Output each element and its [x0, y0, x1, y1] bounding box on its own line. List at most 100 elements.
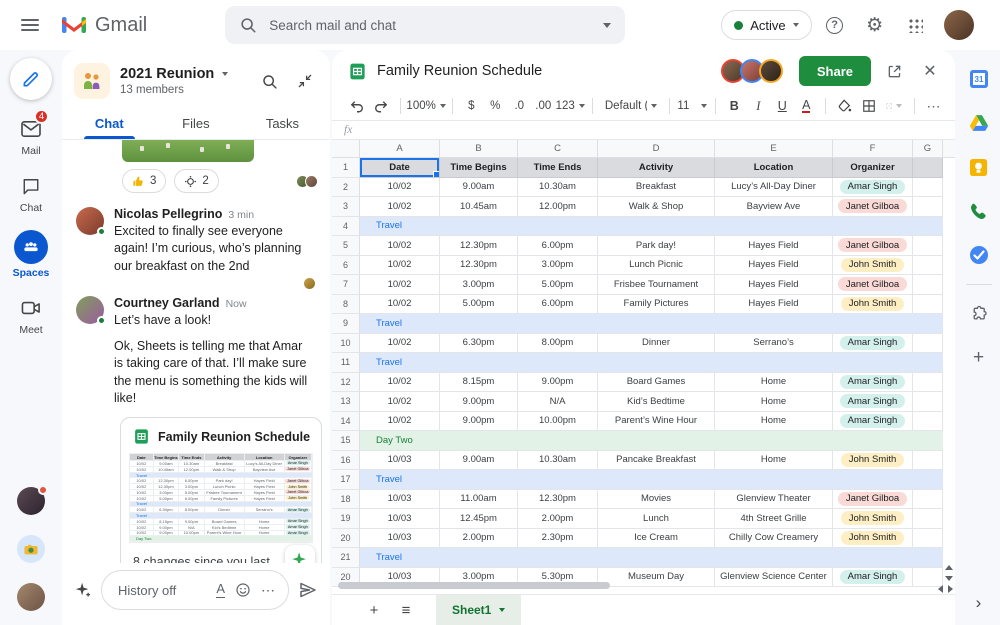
sheet-cell[interactable]: Home: [715, 372, 833, 392]
sheet-cell[interactable]: Amar Singh: [833, 177, 913, 197]
fill-color-button[interactable]: [834, 95, 856, 117]
format-text-icon[interactable]: A: [216, 582, 225, 598]
sheet-cell[interactable]: [913, 333, 943, 353]
row-number[interactable]: 13: [332, 392, 360, 412]
row-number[interactable]: 15: [332, 431, 360, 451]
row-number[interactable]: 3: [332, 197, 360, 217]
sheet-cell[interactable]: Chilly Cow Creamery: [715, 528, 833, 548]
tasks-app-button[interactable]: [964, 240, 994, 270]
column-header-B[interactable]: B: [440, 140, 518, 157]
sheet-cell[interactable]: Parent’s Wine Hour: [598, 411, 715, 431]
decrease-decimal-button[interactable]: .0: [508, 95, 530, 117]
row-number[interactable]: 10: [332, 333, 360, 353]
sheet-cell[interactable]: 10/03: [360, 450, 440, 470]
row-number[interactable]: 5: [332, 236, 360, 256]
sheet-cell[interactable]: 10/02: [360, 372, 440, 392]
calendar-app-button[interactable]: 31: [964, 64, 994, 94]
row-number[interactable]: 21: [332, 548, 360, 568]
sheet-cell[interactable]: Kid’s Bedtime: [598, 392, 715, 412]
sheet-cell[interactable]: 12.45pm: [440, 509, 518, 529]
sheet-cell[interactable]: Amar Singh: [833, 567, 913, 587]
row-number[interactable]: 11: [332, 353, 360, 373]
sheet-cell[interactable]: 3.00pm: [440, 275, 518, 295]
sheet-cell[interactable]: 10/02: [360, 294, 440, 314]
tab-tasks[interactable]: Tasks: [239, 107, 326, 139]
sheet-cell[interactable]: 9.00am: [440, 450, 518, 470]
apps-button[interactable]: [898, 8, 932, 42]
pinned-chat-avatar[interactable]: [17, 535, 45, 563]
sheet-cell[interactable]: Home: [715, 411, 833, 431]
toolbar-more-button[interactable]: ⋯: [923, 95, 945, 117]
emoji-icon[interactable]: [235, 582, 251, 598]
band-cell-day[interactable]: Day Two: [360, 431, 943, 451]
sheet-cell[interactable]: 5.00pm: [440, 294, 518, 314]
sheet-cell[interactable]: [913, 372, 943, 392]
sheet-cell[interactable]: Hayes Field: [715, 294, 833, 314]
sheet-cell[interactable]: 10/02: [360, 255, 440, 275]
sheet-cell[interactable]: 12.30pm: [440, 255, 518, 275]
send-icon[interactable]: [298, 580, 318, 600]
format-currency-button[interactable]: $: [460, 95, 482, 117]
keep-app-button[interactable]: [964, 152, 994, 182]
sheet-cell[interactable]: [913, 509, 943, 529]
sheet-cell[interactable]: 9.00am: [440, 177, 518, 197]
sidebar-item-spaces[interactable]: Spaces: [13, 230, 49, 279]
sheet-cell[interactable]: 9.00pm: [440, 411, 518, 431]
sender-avatar[interactable]: [76, 295, 106, 325]
pinned-chat-avatar[interactable]: [17, 583, 45, 611]
sheet-cell[interactable]: Lucy’s All-Day Diner: [715, 177, 833, 197]
merge-cells-button[interactable]: [882, 95, 906, 117]
sheets-preview-card[interactable]: Family Reunion Schedule Date Time Begins T…: [120, 417, 322, 563]
formula-bar[interactable]: fx: [332, 120, 955, 140]
band-cell-travel[interactable]: Travel: [360, 314, 943, 334]
sheet-cell[interactable]: 10/03: [360, 489, 440, 509]
tab-chat[interactable]: Chat: [66, 107, 153, 139]
italic-button[interactable]: I: [747, 95, 769, 117]
collapse-rail-icon[interactable]: ›: [976, 593, 982, 613]
sheet-cell[interactable]: Janet Gilboa: [833, 197, 913, 217]
horizontal-scroll-arrows[interactable]: [938, 585, 953, 593]
settings-button[interactable]: ⚙: [858, 8, 892, 42]
space-avatar[interactable]: [74, 63, 110, 99]
sheet-cell[interactable]: [913, 294, 943, 314]
sheet-cell[interactable]: Breakfast: [598, 177, 715, 197]
sheet-cell[interactable]: Location: [715, 158, 833, 178]
status-selector[interactable]: Active: [721, 10, 812, 40]
sheet-cell[interactable]: Frisbee Tournament: [598, 275, 715, 295]
search-bar[interactable]: Search mail and chat: [225, 6, 626, 44]
collaborator-avatar[interactable]: [758, 59, 783, 83]
sheet-cell[interactable]: Lunch: [598, 509, 715, 529]
sheet-cell[interactable]: 10/02: [360, 177, 440, 197]
sheet-cell[interactable]: [913, 158, 943, 178]
sheet-cell[interactable]: Walk & Shop: [598, 197, 715, 217]
sheet-cell[interactable]: 8.00pm: [518, 333, 598, 353]
horizontal-scrollbar[interactable]: [338, 582, 610, 589]
row-number[interactable]: 2: [332, 177, 360, 197]
redo-button[interactable]: [370, 95, 392, 117]
drive-app-button[interactable]: [964, 108, 994, 138]
space-title[interactable]: 2021 Reunion: [120, 66, 214, 82]
undo-button[interactable]: [346, 95, 368, 117]
band-cell-travel[interactable]: Travel: [360, 548, 943, 568]
row-number[interactable]: 18: [332, 489, 360, 509]
sheet-cell[interactable]: 10/02: [360, 392, 440, 412]
share-button[interactable]: Share: [798, 56, 871, 86]
band-cell-travel[interactable]: Travel: [360, 470, 943, 490]
row-number[interactable]: 6: [332, 255, 360, 275]
sheet-cell[interactable]: 9.00pm: [440, 392, 518, 412]
number-format-button[interactable]: 123: [556, 95, 585, 117]
main-menu-icon[interactable]: [21, 19, 39, 31]
sheet-cell[interactable]: Serrano’s: [715, 333, 833, 353]
row-number[interactable]: 17: [332, 470, 360, 490]
font-selector[interactable]: Default (Ari...: [601, 95, 662, 117]
sheet-cell[interactable]: Ice Cream: [598, 528, 715, 548]
sheet-cell[interactable]: John Smith: [833, 294, 913, 314]
help-button[interactable]: ?: [818, 8, 852, 42]
sheet-cell[interactable]: [913, 236, 943, 256]
sheet-cell[interactable]: 10/02: [360, 411, 440, 431]
row-number[interactable]: 19: [332, 509, 360, 529]
sheet-cell[interactable]: John Smith: [833, 255, 913, 275]
open-in-new-button[interactable]: [881, 64, 907, 79]
row-number[interactable]: 9: [332, 314, 360, 334]
reaction-thumbs-up[interactable]: 3: [122, 169, 167, 193]
